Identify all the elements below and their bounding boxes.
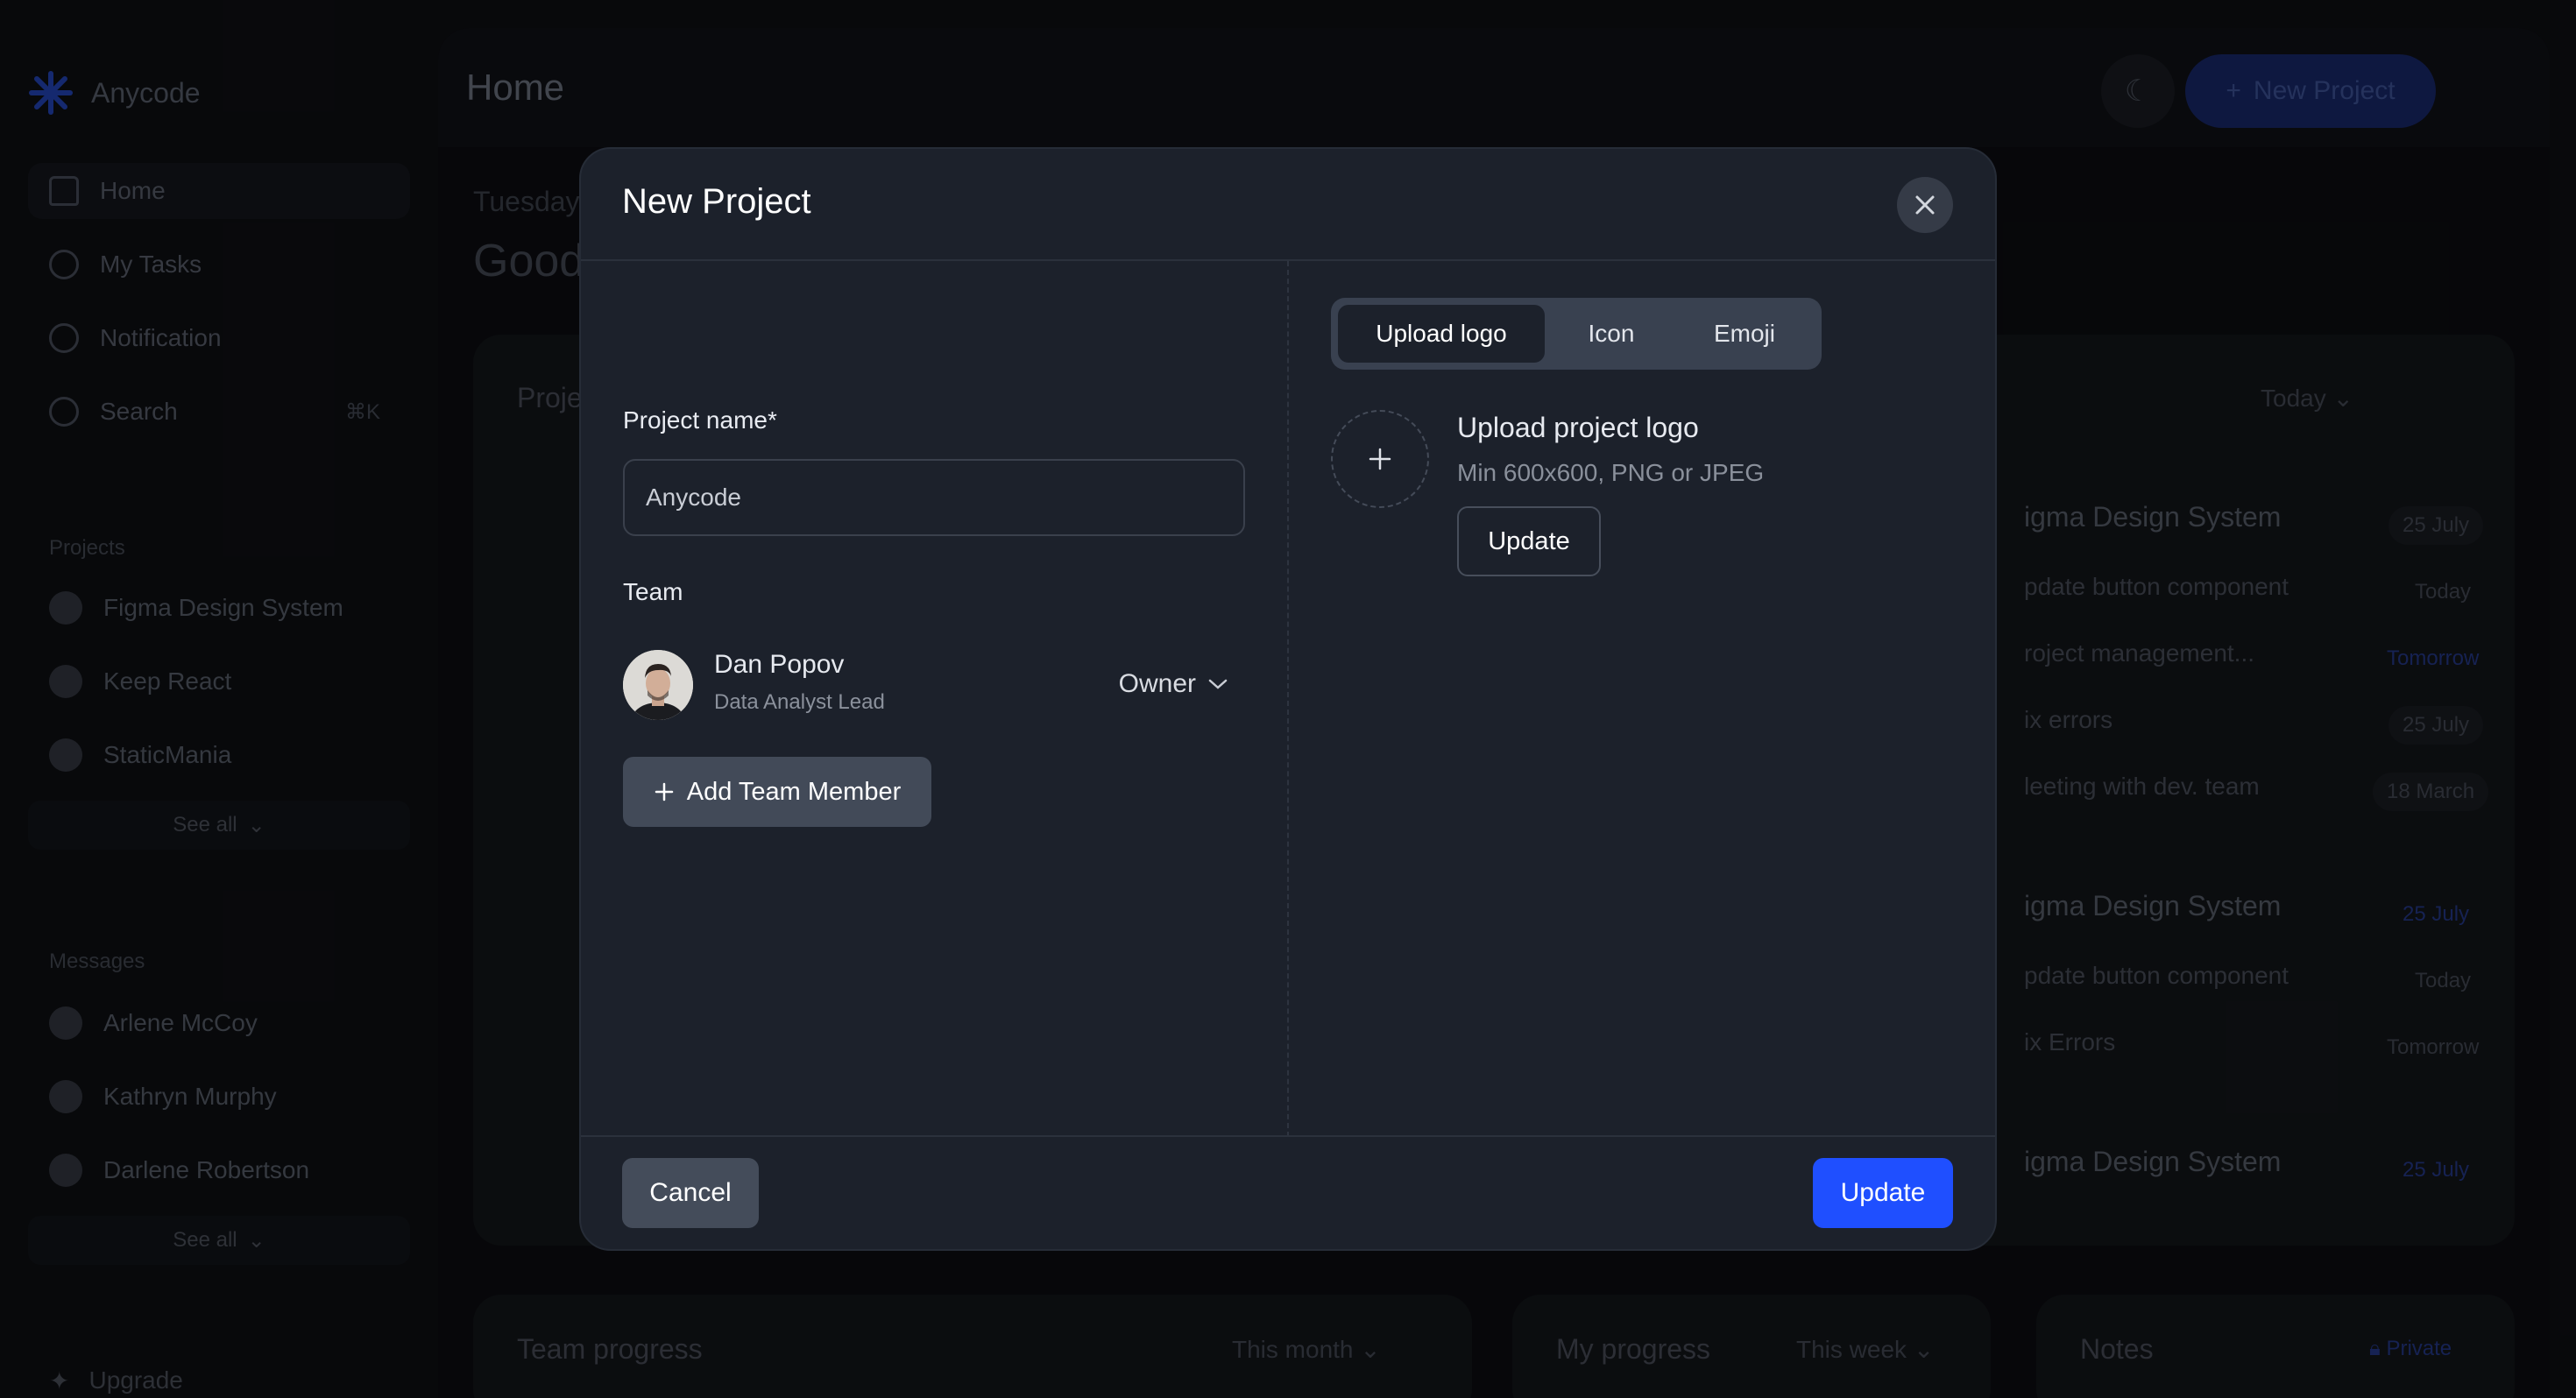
- tab-icon[interactable]: Icon: [1550, 305, 1673, 363]
- upload-title: Upload project logo: [1457, 412, 1699, 443]
- project-name-input[interactable]: [623, 459, 1245, 536]
- tab-upload-logo[interactable]: Upload logo: [1338, 305, 1545, 363]
- close-icon: [1915, 195, 1935, 215]
- avatar: [623, 650, 693, 720]
- plus-icon: [1369, 448, 1391, 470]
- team-label: Team: [623, 578, 683, 605]
- modal-body: Project name* Team Dan Popov Data Analys…: [581, 261, 1995, 1137]
- member-name: Dan Popov: [714, 650, 845, 679]
- member-permission-select[interactable]: Owner: [1119, 669, 1228, 699]
- logo-type-tabs: Upload logo Icon Emoji: [1331, 298, 1822, 370]
- modal-title: New Project: [622, 182, 811, 221]
- add-team-member-button[interactable]: Add Team Member: [623, 757, 931, 827]
- update-button[interactable]: Update: [1813, 1158, 1953, 1228]
- tab-emoji[interactable]: Emoji: [1678, 305, 1811, 363]
- column-divider: [1287, 261, 1289, 1137]
- add-team-member-label: Add Team Member: [686, 777, 902, 806]
- team-member-row: Dan Popov Data Analyst Lead Owner: [623, 646, 1245, 720]
- upload-dropzone[interactable]: [1331, 410, 1429, 508]
- new-project-modal: New Project Project name* Team: [579, 147, 1997, 1251]
- modal-header: New Project: [581, 149, 1995, 261]
- permission-label: Owner: [1118, 669, 1196, 698]
- cancel-button[interactable]: Cancel: [622, 1158, 759, 1228]
- chevron-down-icon: [1208, 679, 1228, 689]
- plus-icon: [655, 782, 674, 801]
- modal-footer: Cancel Update: [581, 1135, 1995, 1249]
- close-button[interactable]: [1897, 177, 1953, 233]
- upload-hint: Min 600x600, PNG or JPEG: [1457, 459, 1765, 486]
- upload-logo-button[interactable]: Update: [1457, 506, 1601, 576]
- member-role: Data Analyst Lead: [714, 690, 885, 714]
- project-name-label: Project name*: [623, 406, 777, 434]
